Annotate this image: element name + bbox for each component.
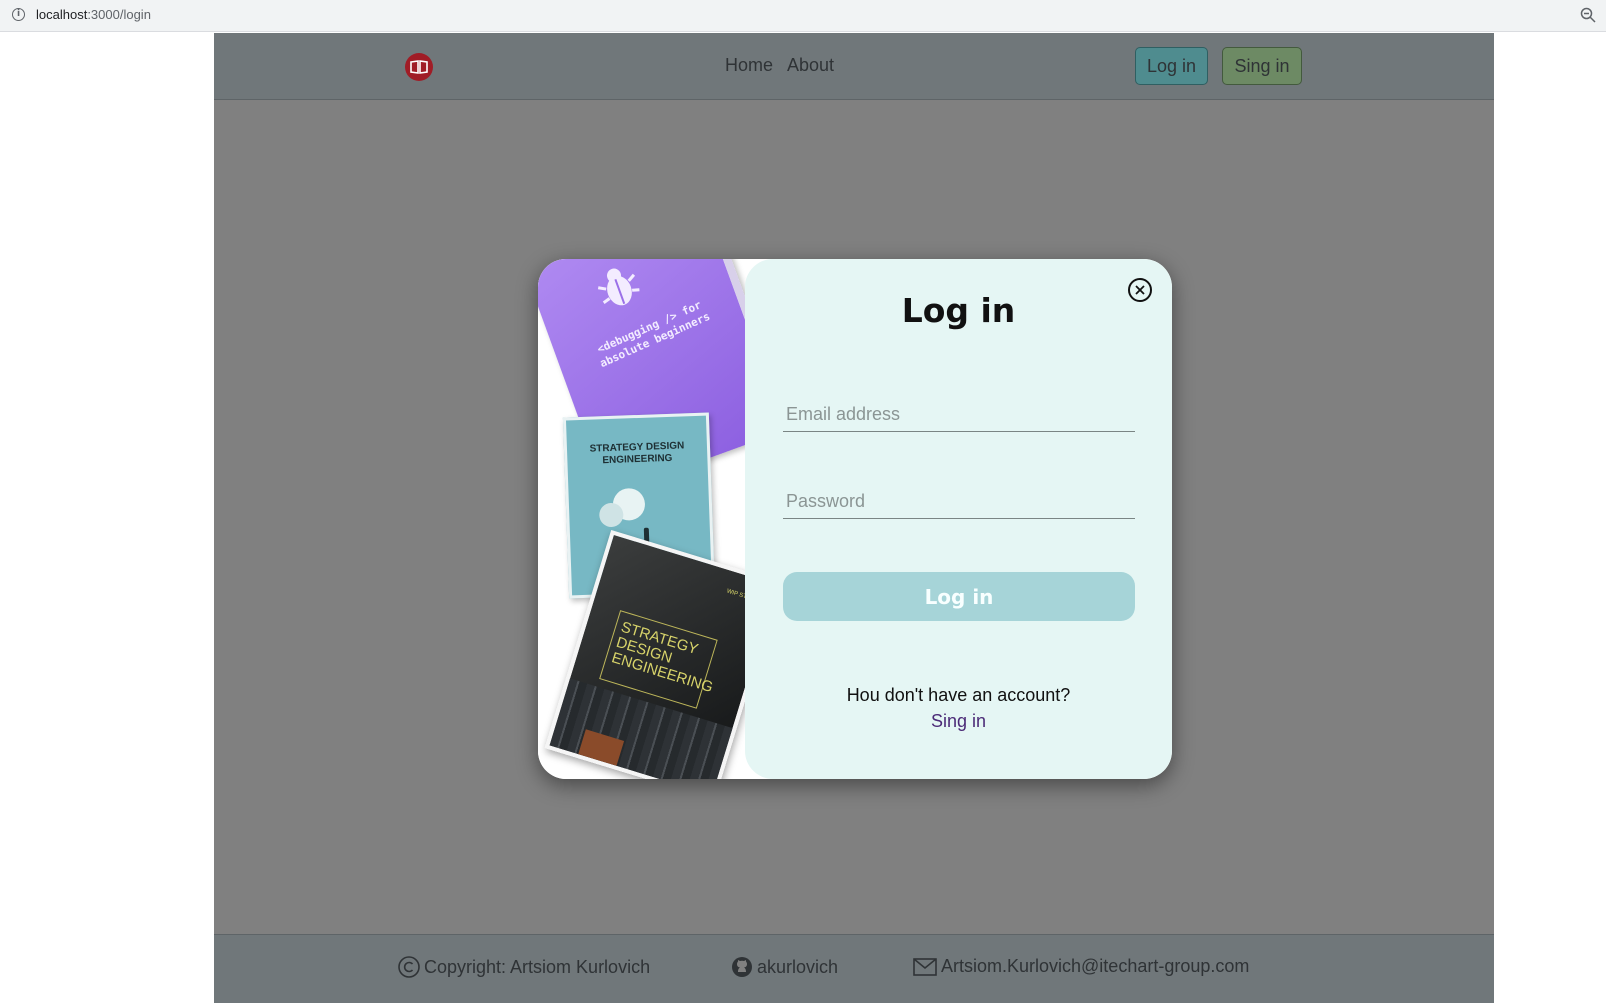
copyright-text: Copyright: Artsiom Kurlovich	[424, 956, 651, 977]
book-collage-image: <debugging /> for absolute beginners STR…	[538, 259, 768, 779]
url-path: :3000/login	[87, 7, 151, 22]
github-username: akurlovich	[757, 956, 839, 977]
signin-link[interactable]: Sing in	[745, 711, 1172, 732]
login-submit-button[interactable]: Log in	[783, 572, 1135, 621]
nav-link-home[interactable]: Home	[725, 55, 773, 76]
email-field[interactable]	[783, 398, 1135, 432]
book-logo-icon[interactable]	[405, 53, 433, 81]
footer-email[interactable]: Artsiom.Kurlovich@itechart-group.com	[913, 956, 1249, 977]
footer: Copyright: Artsiom Kurlovich akurlovich …	[214, 934, 1494, 1003]
bug-icon	[597, 268, 640, 306]
info-icon[interactable]: i	[12, 8, 25, 21]
url-text[interactable]: localhost:3000/login	[36, 7, 151, 22]
login-panel: Log in Log in Hou don't have an account?…	[745, 259, 1172, 779]
password-field[interactable]	[783, 485, 1135, 519]
mail-icon	[913, 957, 937, 976]
footer-copyright: Copyright: Artsiom Kurlovich	[398, 956, 650, 978]
footer-github[interactable]: akurlovich	[731, 956, 838, 978]
zoom-icon[interactable]	[1580, 7, 1596, 27]
book-cover-title: STRATEGY DESIGN ENGINEERING	[589, 440, 685, 467]
nav-links: Home About	[725, 55, 834, 76]
browser-address-bar[interactable]: i localhost:3000/login	[0, 0, 1606, 32]
url-host: localhost	[36, 7, 88, 22]
cover-illustration	[598, 502, 624, 528]
github-icon	[732, 957, 752, 977]
navbar: Home About Log in Sing in	[214, 33, 1494, 100]
login-modal: <debugging /> for absolute beginners STR…	[538, 259, 1172, 779]
copyright-icon	[398, 956, 420, 978]
navbar-signin-button[interactable]: Sing in	[1222, 47, 1302, 85]
page-title: Log in	[901, 291, 1016, 330]
nav-link-about[interactable]: About	[787, 55, 834, 76]
no-account-text: Hou don't have an account?	[846, 685, 1071, 705]
email-address: Artsiom.Kurlovich@itechart-group.com	[941, 956, 1250, 976]
navbar-login-button[interactable]: Log in	[1135, 47, 1208, 85]
